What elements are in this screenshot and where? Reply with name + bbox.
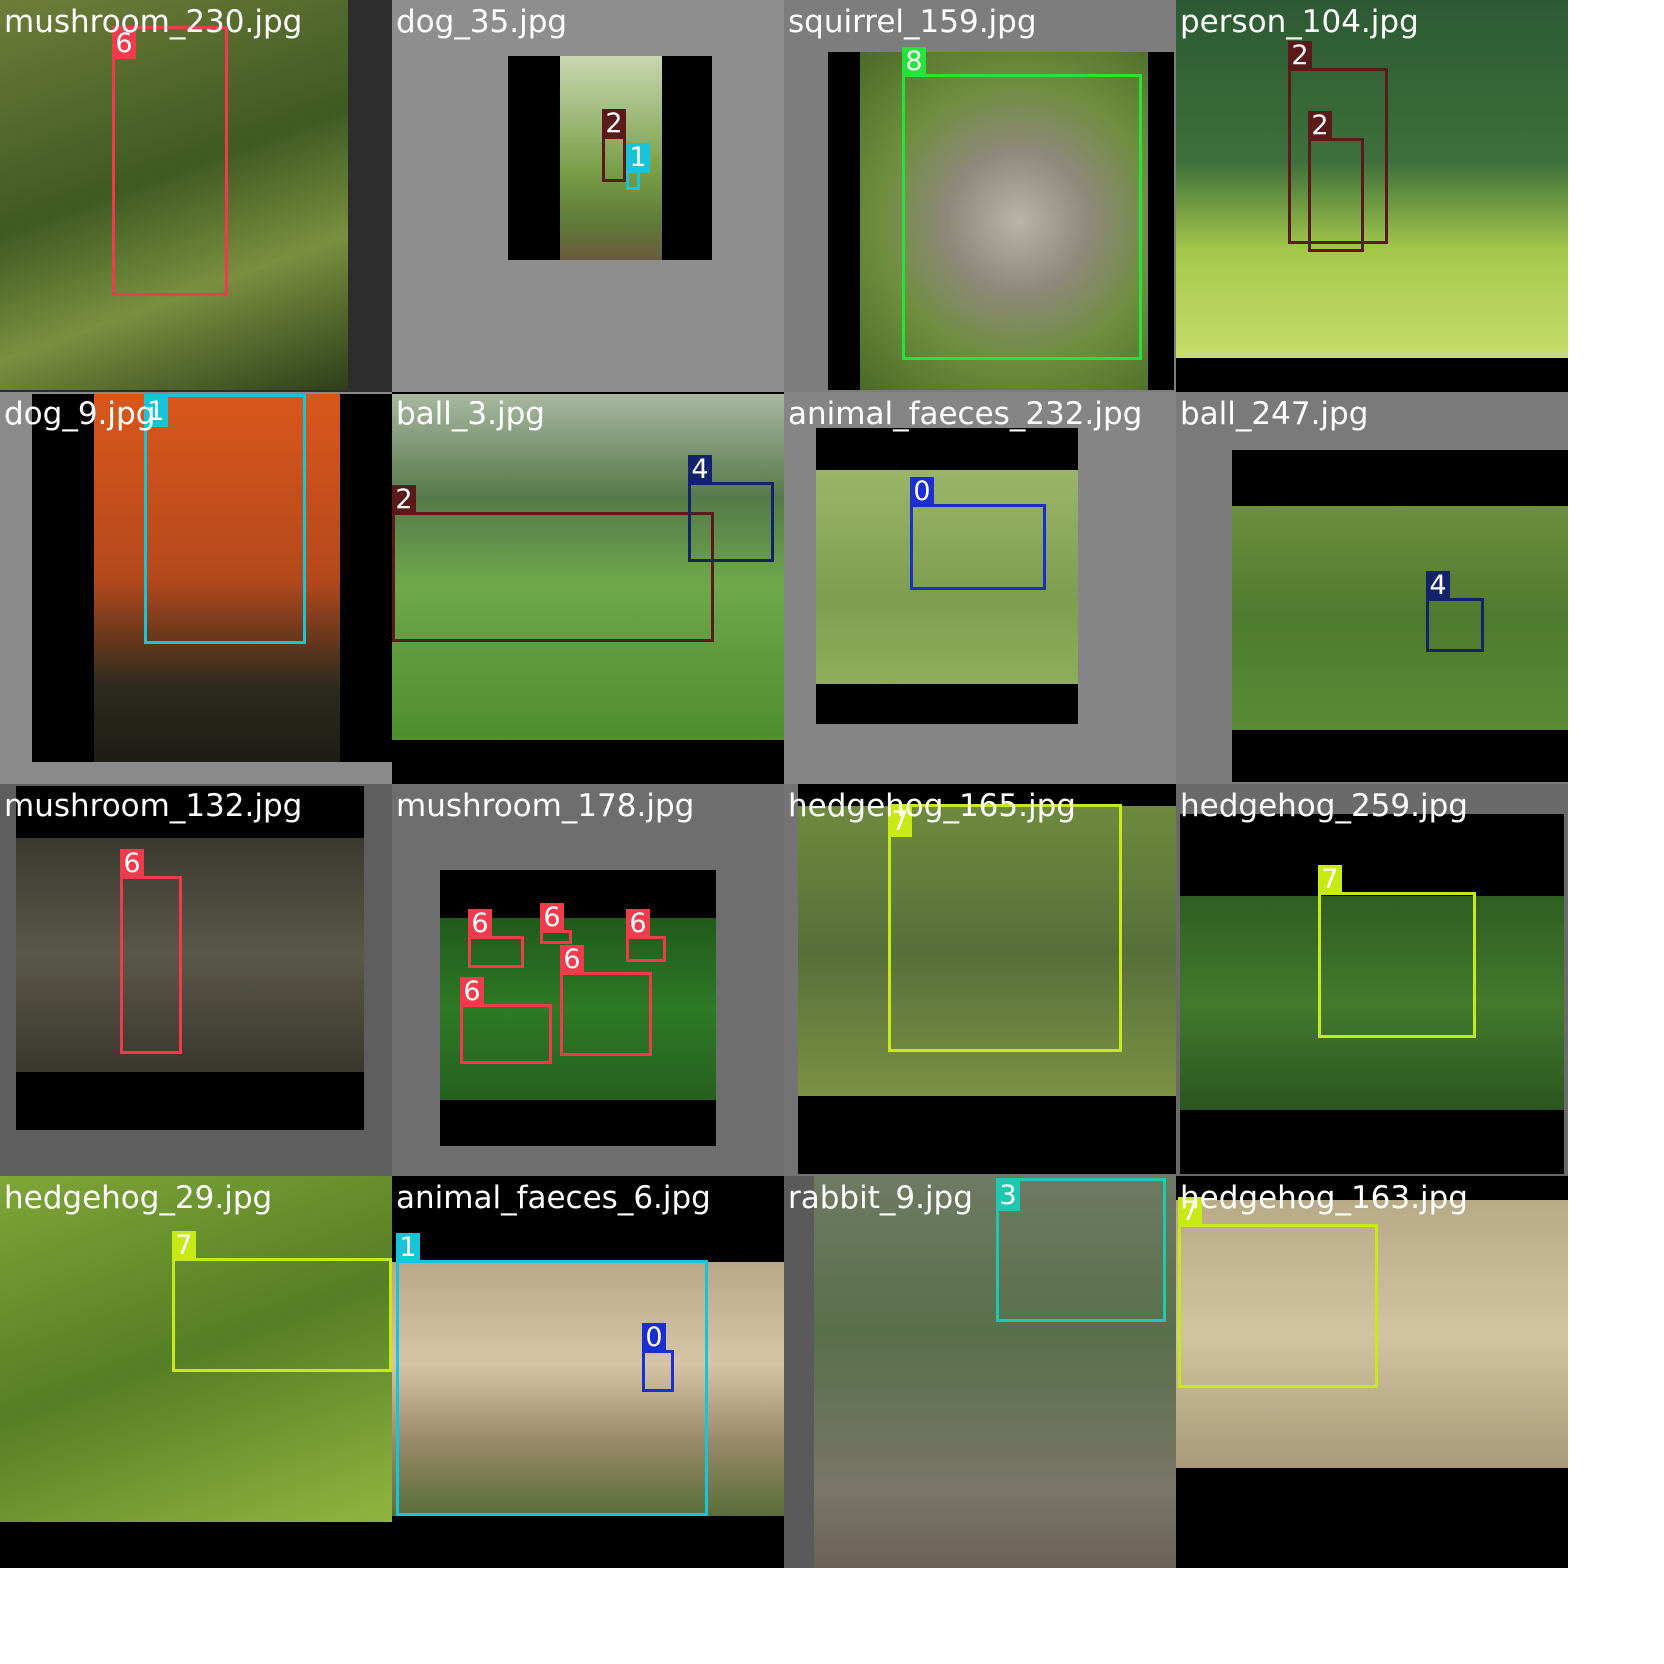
bounding-box: 6	[560, 945, 652, 1056]
bounding-box: 4	[1426, 571, 1484, 652]
bounding-box: 8	[902, 47, 1142, 360]
class-id-tag: 6	[460, 977, 484, 1007]
class-id-tag: 2	[392, 485, 416, 515]
image-tile: 1 dog_9.jpg	[0, 392, 392, 784]
bounding-box: 2	[602, 109, 626, 182]
image-tile: 4 ball_247.jpg	[1176, 392, 1568, 784]
bounding-box: 6	[112, 26, 228, 296]
class-id-tag: 2	[602, 109, 626, 139]
class-id-tag: 0	[642, 1323, 666, 1353]
class-id-tag: 6	[540, 903, 564, 933]
bounding-box: 0	[642, 1323, 674, 1392]
image-tile: 7 hedgehog_29.jpg	[0, 1176, 392, 1568]
bounding-box: 4	[688, 455, 774, 562]
image-tile: 0 animal_faeces_232.jpg	[784, 392, 1176, 784]
bounding-box: 6	[120, 849, 182, 1054]
class-id-tag: 7	[888, 807, 912, 837]
image-tile: 2 2 person_104.jpg	[1176, 0, 1568, 392]
bounding-box: 3	[996, 1178, 1166, 1322]
class-id-tag: 1	[396, 1233, 420, 1263]
bounding-box: 7	[1178, 1197, 1378, 1388]
tile-filename-label: squirrel_159.jpg	[788, 4, 1037, 40]
image-mosaic-grid: 6 mushroom_230.jpg 2 1 dog_35.jpg 8 squirrel_1…	[0, 0, 1664, 1664]
bounding-box: 2	[1308, 111, 1364, 252]
tile-filename-label: ball_247.jpg	[1180, 396, 1369, 432]
class-id-tag: 7	[1178, 1197, 1202, 1227]
bounding-box: 2	[392, 485, 714, 642]
tile-filename-label: animal_faeces_6.jpg	[396, 1180, 711, 1216]
bounding-box: 7	[1318, 865, 1476, 1038]
bounding-box: 6	[460, 977, 552, 1064]
bounding-box: 6	[540, 903, 572, 944]
bounding-box: 1	[626, 143, 650, 190]
tile-filename-label: mushroom_178.jpg	[396, 788, 695, 824]
class-id-tag: 2	[1308, 111, 1332, 141]
bounding-box: 7	[888, 804, 1122, 1052]
image-tile: 2 4 ball_3.jpg	[392, 392, 784, 784]
class-id-tag: 6	[626, 909, 650, 939]
tile-filename-label: dog_35.jpg	[396, 4, 568, 40]
class-id-tag: 2	[1288, 41, 1312, 71]
bounding-box: 1	[144, 394, 306, 644]
tile-photo	[1232, 506, 1568, 730]
class-id-tag: 1	[626, 143, 650, 173]
bounding-box: 6	[468, 909, 524, 968]
image-tile: 6 6 6 6 6 mushroom_178.jpg	[392, 784, 784, 1176]
bounding-box: 7	[172, 1231, 392, 1372]
tile-photo	[16, 838, 364, 1072]
class-id-tag: 6	[468, 909, 492, 939]
class-id-tag: 4	[1426, 571, 1450, 601]
class-id-tag: 6	[112, 29, 136, 59]
class-id-tag: 6	[560, 945, 584, 975]
image-tile: 6 mushroom_230.jpg	[0, 0, 392, 392]
class-id-tag: 3	[996, 1181, 1020, 1211]
image-tile: 8 squirrel_159.jpg	[784, 0, 1176, 392]
class-id-tag: 7	[172, 1231, 196, 1261]
class-id-tag: 0	[910, 477, 934, 507]
class-id-tag: 7	[1318, 865, 1342, 895]
image-tile: 6 mushroom_132.jpg	[0, 784, 392, 1176]
image-tile: 7 hedgehog_259.jpg	[1176, 784, 1568, 1176]
class-id-tag: 4	[688, 455, 712, 485]
class-id-tag: 6	[120, 849, 144, 879]
bounding-box: 0	[910, 477, 1046, 590]
class-id-tag: 1	[144, 397, 168, 427]
image-tile: 7 hedgehog_165.jpg	[784, 784, 1176, 1176]
image-tile: 7 hedgehog_163.jpg	[1176, 1176, 1568, 1568]
class-id-tag: 8	[902, 47, 926, 77]
image-tile: 1 0 animal_faeces_6.jpg	[392, 1176, 784, 1568]
image-tile: 3 rabbit_9.jpg	[784, 1176, 1176, 1568]
bounding-box: 6	[626, 909, 666, 962]
image-tile: 2 1 dog_35.jpg	[392, 0, 784, 392]
